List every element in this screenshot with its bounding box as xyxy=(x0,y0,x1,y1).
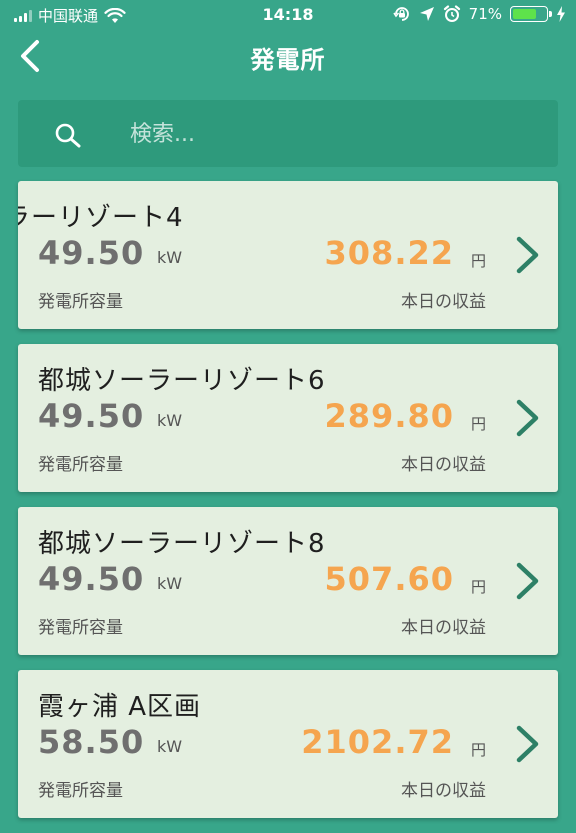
status-right: 71% xyxy=(392,5,566,23)
plant-capacity: 49.50 xyxy=(38,234,145,272)
plant-card[interactable]: 都城ソーラーリゾート8 49.50 kW 507.60 円 発電所容量 本日の収… xyxy=(18,507,558,655)
revenue-label: 本日の収益 xyxy=(401,781,486,801)
revenue-unit: 円 xyxy=(470,741,486,759)
plant-capacity: 49.50 xyxy=(38,397,145,435)
search-icon xyxy=(55,123,81,148)
capacity-unit: kW xyxy=(157,411,183,430)
plant-list: ラーリゾート4 49.50 kW 308.22 円 発電所容量 本日の収益 都城… xyxy=(18,181,558,833)
plant-revenue: 507.60 xyxy=(324,560,454,598)
capacity-unit: kW xyxy=(157,737,183,756)
plant-revenue: 2102.72 xyxy=(301,723,454,761)
charging-icon xyxy=(557,6,565,22)
battery-percent: 71% xyxy=(468,5,502,23)
capacity-label: 発電所容量 xyxy=(38,455,123,475)
alarm-icon xyxy=(443,5,460,22)
chevron-right-icon[interactable] xyxy=(514,724,542,764)
location-arrow-icon xyxy=(419,7,434,21)
plant-capacity: 49.50 xyxy=(38,560,145,598)
capacity-unit: kW xyxy=(157,574,183,593)
revenue-unit: 円 xyxy=(470,252,486,270)
revenue-unit: 円 xyxy=(470,415,486,433)
search-input[interactable] xyxy=(128,112,532,156)
revenue-unit: 円 xyxy=(470,578,486,596)
capacity-label: 発電所容量 xyxy=(38,618,123,638)
revenue-label: 本日の収益 xyxy=(401,292,486,312)
plant-capacity: 58.50 xyxy=(38,723,145,761)
search-bar[interactable] xyxy=(18,100,558,167)
page-title: 発電所 xyxy=(250,46,326,74)
chevron-right-icon[interactable] xyxy=(514,561,542,601)
chevron-right-icon[interactable] xyxy=(514,235,542,275)
plant-card[interactable]: ラーリゾート4 49.50 kW 308.22 円 発電所容量 本日の収益 xyxy=(18,181,558,329)
plant-revenue: 308.22 xyxy=(324,234,454,272)
battery-level xyxy=(513,9,536,19)
revenue-label: 本日の収益 xyxy=(401,455,486,475)
plant-name: 都城ソーラーリゾート8 xyxy=(38,529,326,559)
plant-name: 都城ソーラーリゾート6 xyxy=(38,366,326,396)
status-bar: 中国联通 14:18 71% xyxy=(0,0,576,30)
lock-rotation-icon xyxy=(392,7,409,21)
plant-revenue: 289.80 xyxy=(324,397,454,435)
capacity-label: 発電所容量 xyxy=(38,292,123,312)
plant-card[interactable]: 都城ソーラーリゾート6 49.50 kW 289.80 円 発電所容量 本日の収… xyxy=(18,344,558,492)
plant-card[interactable]: 霞ヶ浦 A区画 58.50 kW 2102.72 円 発電所容量 本日の収益 xyxy=(18,670,558,818)
battery-icon xyxy=(510,6,552,22)
plant-name: 霞ヶ浦 A区画 xyxy=(38,692,202,722)
chevron-right-icon[interactable] xyxy=(514,398,542,438)
nav-header: 発電所 xyxy=(0,32,576,80)
revenue-label: 本日の収益 xyxy=(401,618,486,638)
capacity-label: 発電所容量 xyxy=(38,781,123,801)
capacity-unit: kW xyxy=(157,248,183,267)
plant-name: ラーリゾート4 xyxy=(18,203,184,233)
